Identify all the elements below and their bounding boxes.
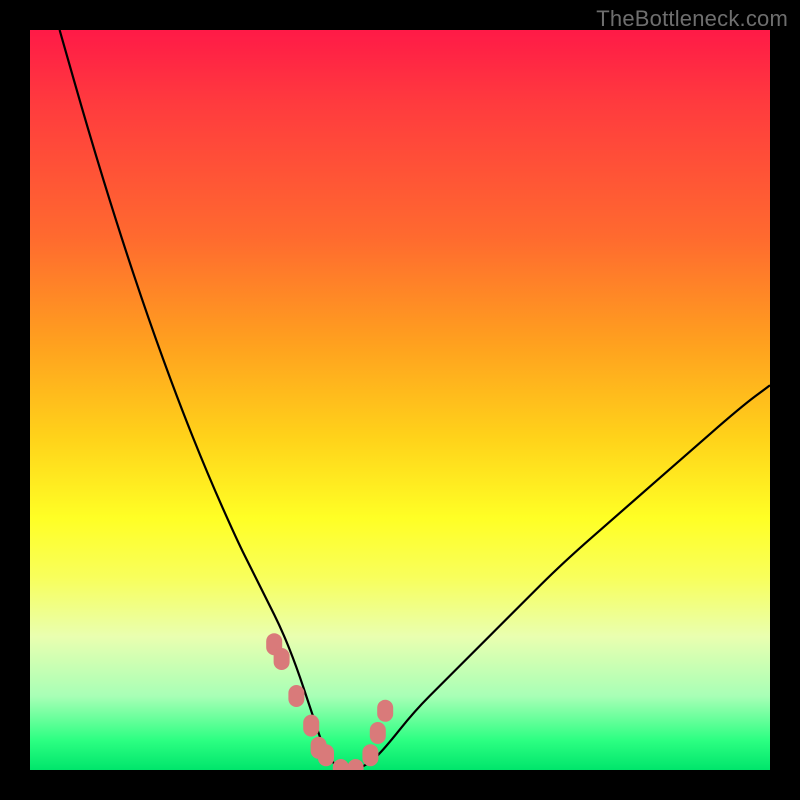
highlight-marker	[333, 759, 349, 770]
highlight-marker	[377, 700, 393, 722]
bottleneck-curve	[30, 30, 770, 770]
highlight-marker	[370, 722, 386, 744]
highlight-marker	[303, 715, 319, 737]
curve-path	[60, 30, 770, 770]
chart-frame: TheBottleneck.com	[0, 0, 800, 800]
highlight-marker	[348, 759, 364, 770]
watermark-text: TheBottleneck.com	[596, 6, 788, 32]
plot-area	[30, 30, 770, 770]
highlight-marker	[362, 744, 378, 766]
highlight-marker	[318, 744, 334, 766]
highlight-markers	[266, 633, 393, 770]
highlight-marker	[288, 685, 304, 707]
highlight-marker	[274, 648, 290, 670]
